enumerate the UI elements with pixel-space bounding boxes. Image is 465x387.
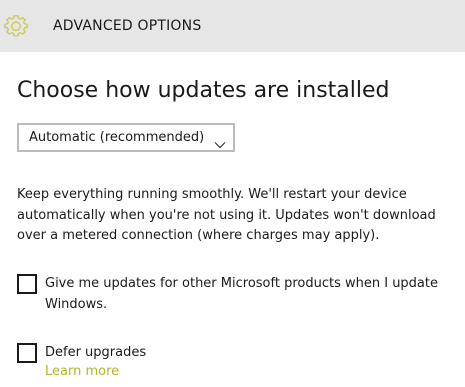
page-title: ADVANCED OPTIONS bbox=[53, 18, 202, 34]
section-heading: Choose how updates are installed bbox=[17, 78, 390, 103]
option-other-microsoft-products[interactable]: Give me updates for other Microsoft prod… bbox=[17, 274, 457, 316]
option-defer-upgrades[interactable]: Defer upgrades bbox=[17, 343, 217, 363]
learn-more-link[interactable]: Learn more bbox=[45, 364, 119, 379]
install-mode-description: Keep everything running smoothly. We'll … bbox=[17, 187, 436, 243]
chevron-down-icon bbox=[214, 134, 226, 149]
install-mode-selected-value: Automatic (recommended) bbox=[29, 130, 205, 145]
other-products-checkbox[interactable] bbox=[17, 274, 37, 294]
install-mode-dropdown[interactable]: Automatic (recommended) bbox=[17, 123, 235, 152]
gear-icon bbox=[4, 14, 28, 38]
defer-upgrades-checkbox[interactable] bbox=[17, 343, 37, 363]
other-products-label: Give me updates for other Microsoft prod… bbox=[45, 276, 438, 312]
header-bar: ADVANCED OPTIONS bbox=[0, 0, 465, 52]
defer-upgrades-label: Defer upgrades bbox=[45, 345, 147, 360]
